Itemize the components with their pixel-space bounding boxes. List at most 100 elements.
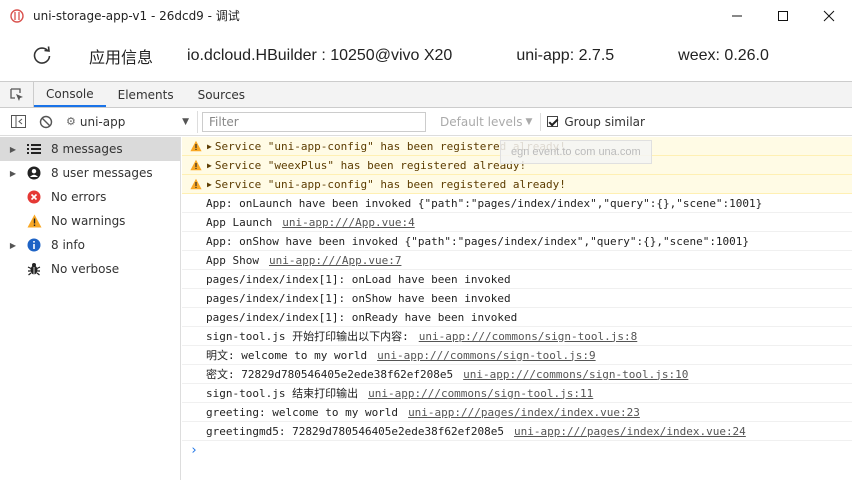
minimize-button[interactable] [714, 0, 760, 31]
bug-icon [26, 261, 42, 277]
sidebar-toggle-button[interactable] [4, 108, 32, 136]
expand-arrow-icon[interactable]: ▶ [6, 145, 20, 154]
source-link[interactable]: uni-app:///commons/sign-tool.js:9 [377, 349, 596, 362]
log-message: App Show [206, 253, 259, 267]
console-log-row: pages/index/index[1]: onReady have been … [182, 308, 852, 327]
sidebar-item-user-messages[interactable]: ▶ 8 user messages [0, 161, 180, 185]
inspect-element-icon [9, 87, 23, 101]
context-select[interactable]: ⚙ uni-app ▼ [60, 110, 198, 133]
sidebar-item-warnings[interactable]: No warnings [0, 209, 180, 233]
sidebar-item-label: 8 messages [51, 142, 123, 156]
log-message: 明文: welcome to my world [206, 349, 368, 362]
sidebar-item-messages[interactable]: ▶ 8 messages [0, 137, 180, 161]
filter-input[interactable] [202, 111, 426, 132]
log-message: pages/index/index[1]: onLoad have been i… [206, 272, 511, 286]
warning-message: Service "uni-app-config" has been regist… [214, 177, 566, 191]
window-title: uni-storage-app-v1 - 26dcd9 - 调试 [33, 9, 240, 23]
group-similar-toggle[interactable]: Group similar [547, 115, 645, 129]
console-log-row: 密文: 72829d780546405e2ede38f62ef208e5 uni-… [182, 365, 852, 384]
console-log-row: 明文: welcome to my world uni-app:///common… [182, 346, 852, 365]
prompt-chevron-icon: › [190, 443, 198, 458]
console-output: ▶ Service "uni-app-config" has been regi… [182, 137, 852, 480]
sidebar-item-label: No warnings [51, 214, 126, 228]
console-log-row: App: onLaunch have been invoked {"path":… [182, 194, 852, 213]
source-link[interactable]: uni-app:///App.vue:7 [269, 254, 401, 267]
log-levels-select[interactable]: Default levels ▼ [440, 115, 532, 129]
sidebar-item-verbose[interactable]: No verbose [0, 257, 180, 281]
hover-tooltip: egn event.to com una.com [500, 140, 652, 164]
log-message: greetingmd5: 72829d780546405e2ede38f62ef… [206, 424, 505, 438]
minimize-icon [732, 15, 742, 16]
clear-console-button[interactable] [32, 108, 60, 136]
title-bar: uni-storage-app-v1 - 26dcd9 - 调试 [0, 0, 852, 31]
console-log-row: pages/index/index[1]: onLoad have been i… [182, 270, 852, 289]
console-log-row: sign-tool.js 开始打印输出以下内容: uni-app:///commo… [182, 327, 852, 346]
device-info-bar: 应用信息 io.dcloud.HBuilder : 10250@vivo X20… [0, 31, 852, 81]
log-levels-label: Default levels [440, 114, 523, 129]
tab-elements[interactable]: Elements [106, 82, 186, 107]
maximize-icon [778, 10, 788, 21]
error-icon [26, 189, 42, 205]
log-message: App: onLaunch have been invoked {"path":… [206, 196, 763, 210]
chevron-down-icon: ▼ [182, 116, 189, 127]
source-link[interactable]: uni-app:///App.vue:4 [282, 216, 414, 229]
sidebar-item-label: No verbose [51, 262, 120, 276]
weex-version: weex: 0.26.0 [678, 47, 769, 64]
warning-icon [190, 178, 202, 190]
source-link[interactable]: uni-app:///commons/sign-tool.js:10 [463, 368, 688, 381]
console-warning-row: ▶ Service "uni-app-config" has been regi… [182, 175, 852, 194]
info-icon [26, 237, 42, 253]
maximize-button[interactable] [760, 0, 806, 31]
expand-arrow-icon[interactable]: ▶ [6, 241, 20, 250]
sidebar-item-label: No errors [51, 190, 107, 204]
group-similar-checkbox[interactable] [547, 116, 559, 127]
expand-arrow-icon[interactable]: ▶ [207, 180, 212, 189]
tab-sources[interactable]: Sources [186, 82, 257, 107]
console-prompt[interactable]: › [182, 441, 852, 460]
device-id: io.dcloud.HBuilder : 10250@vivo X20 [187, 47, 453, 64]
sidebar-item-label: 8 user messages [51, 166, 153, 180]
source-link[interactable]: uni-app:///pages/index/index.vue:23 [408, 406, 640, 419]
console-log-row: pages/index/index[1]: onShow have been i… [182, 289, 852, 308]
console-log-row: App: onShow have been invoked {"path":"p… [182, 232, 852, 251]
source-link[interactable]: uni-app:///pages/index/index.vue:24 [514, 425, 746, 438]
console-log-row: greeting: welcome to my world uni-app:///… [182, 403, 852, 422]
sidebar-item-info[interactable]: ▶ 8 info [0, 233, 180, 257]
sidebar-toggle-icon [10, 115, 26, 128]
uniapp-version: uni-app: 2.7.5 [516, 47, 615, 64]
expand-arrow-icon[interactable]: ▶ [207, 142, 212, 151]
log-message: sign-tool.js 结束打印输出 [206, 387, 359, 400]
clear-icon [39, 115, 53, 128]
refresh-icon[interactable] [31, 45, 53, 67]
warning-icon [190, 140, 202, 152]
source-link[interactable]: uni-app:///commons/sign-tool.js:8 [419, 330, 638, 343]
group-similar-label: Group similar [564, 114, 645, 129]
warning-icon [190, 159, 202, 171]
sidebar-item-errors[interactable]: No errors [0, 185, 180, 209]
devtools-tabs: Console Elements Sources [0, 81, 852, 108]
expand-arrow-icon[interactable]: ▶ [207, 161, 212, 170]
app-info-label: 应用信息 [89, 50, 154, 67]
log-message: App: onShow have been invoked {"path":"p… [206, 234, 750, 248]
tab-console[interactable]: Console [34, 82, 106, 107]
expand-arrow-icon[interactable]: ▶ [6, 169, 20, 178]
console-sidebar: ▶ 8 messages ▶ 8 user messages No errors… [0, 137, 181, 480]
close-icon [823, 10, 835, 21]
log-message: 密文: 72829d780546405e2ede38f62ef208e5 [206, 368, 454, 381]
toolbar-divider [540, 112, 542, 131]
gear-icon: ⚙ [66, 115, 76, 128]
console-log-row: App Show uni-app:///App.vue:7 [182, 251, 852, 270]
list-icon [26, 141, 42, 157]
source-link[interactable]: uni-app:///commons/sign-tool.js:11 [368, 387, 593, 400]
app-logo-icon [10, 8, 24, 23]
log-message: pages/index/index[1]: onReady have been … [206, 310, 518, 324]
close-button[interactable] [806, 0, 852, 31]
console-log-row: App Launch uni-app:///App.vue:4 [182, 213, 852, 232]
log-message: pages/index/index[1]: onShow have been i… [206, 291, 511, 305]
warning-icon [26, 213, 42, 229]
console-log-row: greetingmd5: 72829d780546405e2ede38f62ef… [182, 422, 852, 441]
sidebar-item-label: 8 info [51, 238, 85, 252]
inspect-button[interactable] [0, 82, 34, 107]
console-log-row: sign-tool.js 结束打印输出 uni-app:///commons/si… [182, 384, 852, 403]
warning-message: Service "weexPlus" has been registered a… [214, 158, 527, 172]
